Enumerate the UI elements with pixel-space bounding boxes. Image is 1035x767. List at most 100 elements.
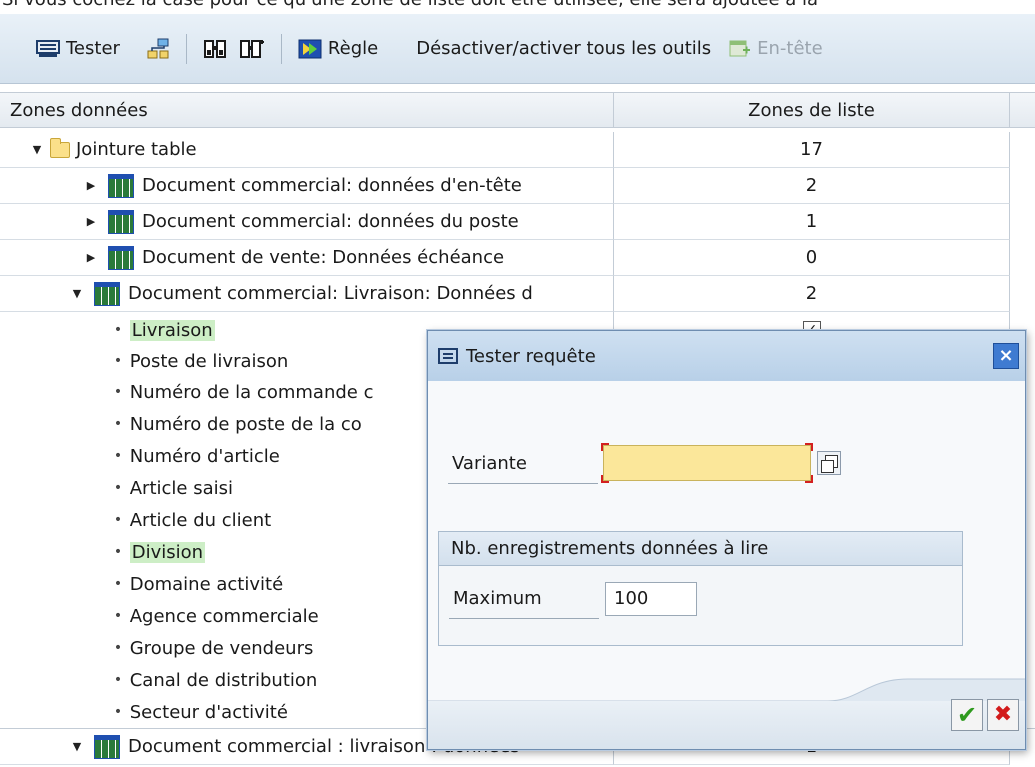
collapsed-triangle-icon[interactable]: ▶ (84, 179, 98, 192)
binoculars-icon (203, 39, 226, 58)
tree-node-label: Document de vente: Données échéance (142, 247, 505, 268)
binoculars-plus-icon (239, 39, 264, 58)
label-underline (449, 618, 599, 619)
variant-label: Variante (452, 453, 527, 474)
table-icon (108, 245, 134, 270)
table-icon (94, 734, 120, 759)
bullet-icon: • (113, 704, 123, 720)
required-corner-marker (601, 443, 609, 451)
column-header-list-fields[interactable]: Zones de liste (614, 93, 1010, 128)
application-toolbar: Tester Règle Désactiver/activer tous les… (0, 14, 1035, 84)
collapsed-triangle-icon[interactable]: ▶ (84, 251, 98, 264)
dialog-titlebar[interactable]: Tester requête × (428, 331, 1025, 381)
tree-row-delivery-data[interactable]: ▼ Document commercial: Livraison: Donnée… (0, 276, 1035, 312)
field-label: Article saisi (129, 477, 233, 499)
header-icon (729, 40, 751, 56)
bullet-icon: • (113, 672, 123, 688)
bullet-icon: • (113, 322, 123, 338)
tree-row-header-data[interactable]: ▶ Document commercial: données d'en-tête… (0, 168, 1035, 204)
close-icon[interactable]: × (993, 343, 1019, 369)
tree-node-cell: ▶ Document de vente: Données échéance (0, 240, 614, 276)
tree-toggle-button[interactable] (140, 32, 176, 66)
bullet-icon: • (113, 353, 123, 369)
bullet-icon: • (113, 608, 123, 624)
dialog-footer (428, 701, 1025, 749)
tree-node-label: Document commercial: données du poste (142, 211, 519, 232)
tree-node-cell: ▶ Document commercial: données d'en-tête (0, 168, 614, 204)
table-icon (108, 173, 134, 198)
bullet-icon: • (113, 416, 123, 432)
maximum-label: Maximum (453, 588, 542, 609)
test-query-dialog: Tester requête × Variante Nb. enregistre… (427, 330, 1026, 750)
table-icon (108, 209, 134, 234)
list-field-count: 17 (614, 132, 1010, 168)
toggle-all-tools-button[interactable]: Désactiver/activer tous les outils (410, 32, 717, 66)
field-label: Poste de livraison (129, 350, 289, 372)
required-corner-marker (805, 475, 813, 483)
toggle-all-tools-label: Désactiver/activer tous les outils (416, 38, 712, 59)
field-label: Numéro d'article (129, 445, 280, 467)
field-label: Numéro de poste de la co (129, 413, 362, 435)
tree-row-schedule-data[interactable]: ▶ Document de vente: Données échéance 0 (0, 240, 1035, 276)
maximum-input[interactable]: 100 (605, 582, 697, 616)
collapsed-triangle-icon[interactable]: ▶ (84, 215, 98, 228)
field-label: Domaine activité (129, 573, 284, 595)
cancel-x-icon[interactable]: ✖ (987, 699, 1019, 731)
toolbar-separator (185, 33, 187, 64)
column-header-data-fields[interactable]: Zones données (0, 93, 614, 128)
bullet-icon: • (113, 576, 123, 592)
tree-node-label: Document commercial: Livraison: Données … (128, 283, 533, 304)
header-button[interactable]: En-tête (723, 32, 829, 66)
rule-label: Règle (327, 38, 379, 59)
list-field-count: 2 (614, 168, 1010, 204)
bullet-icon: • (113, 448, 123, 464)
tree-node-cell: ▼ Jointure table (0, 132, 614, 168)
field-label: Secteur d'activité (129, 701, 288, 723)
label-underline (448, 483, 598, 484)
records-group-box: Nb. enregistrements données à lire Maxim… (438, 531, 963, 646)
field-label: Article du client (129, 509, 272, 531)
dialog-title: Tester requête (466, 345, 596, 367)
rule-icon (298, 39, 322, 58)
bullet-icon: • (113, 544, 123, 560)
required-corner-marker (805, 443, 813, 451)
bullet-icon: • (113, 480, 123, 496)
tree-node-cell: ▶ Document commercial: données du poste (0, 204, 614, 240)
folder-icon (50, 137, 70, 158)
field-label: Division (129, 541, 206, 563)
tree-row-item-data[interactable]: ▶ Document commercial: données du poste … (0, 204, 1035, 240)
expanded-triangle-icon[interactable]: ▼ (70, 287, 84, 300)
tree-node-cell: ▼ Document commercial: Livraison: Donnée… (0, 276, 614, 312)
hierarchy-icon (147, 38, 169, 58)
top-cutoff-text: Si vous cochez la case pour ce qu'une zo… (0, 0, 1035, 14)
list-field-count: 0 (614, 240, 1010, 276)
field-label: Livraison (129, 319, 215, 341)
list-field-count: 1 (614, 204, 1010, 240)
bullet-icon: • (113, 384, 123, 400)
field-label: Groupe de vendeurs (129, 637, 314, 659)
find-next-button[interactable] (233, 32, 271, 66)
field-label: Agence commerciale (129, 605, 319, 627)
bullet-icon: • (113, 512, 123, 528)
tree-row-join-table[interactable]: ▼ Jointure table 17 (0, 132, 1035, 168)
field-label: Numéro de la commande c (129, 381, 374, 403)
tree-table-header: Zones données Zones de liste (0, 92, 1035, 128)
bullet-icon: • (113, 640, 123, 656)
toolbar-separator (280, 33, 282, 64)
tree-node-label: Document commercial: données d'en-tête (142, 175, 522, 196)
expanded-triangle-icon[interactable]: ▼ (30, 143, 44, 156)
group-title: Nb. enregistrements données à lire (439, 532, 962, 566)
find-button[interactable] (197, 32, 233, 66)
field-label: Canal de distribution (129, 669, 318, 691)
expanded-triangle-icon[interactable]: ▼ (70, 740, 84, 753)
rule-button[interactable]: Règle (292, 32, 384, 66)
cutoff-label: Si vous cochez la case pour ce qu'une zo… (2, 0, 818, 10)
tester-button[interactable]: Tester (30, 32, 126, 66)
confirm-check-icon[interactable]: ✔ (951, 699, 983, 731)
list-field-count: 2 (614, 276, 1010, 312)
variant-input[interactable] (601, 443, 813, 483)
tester-label: Tester (66, 38, 120, 59)
value-help-icon[interactable] (817, 451, 841, 475)
table-icon (94, 281, 120, 306)
test-icon (36, 39, 60, 57)
